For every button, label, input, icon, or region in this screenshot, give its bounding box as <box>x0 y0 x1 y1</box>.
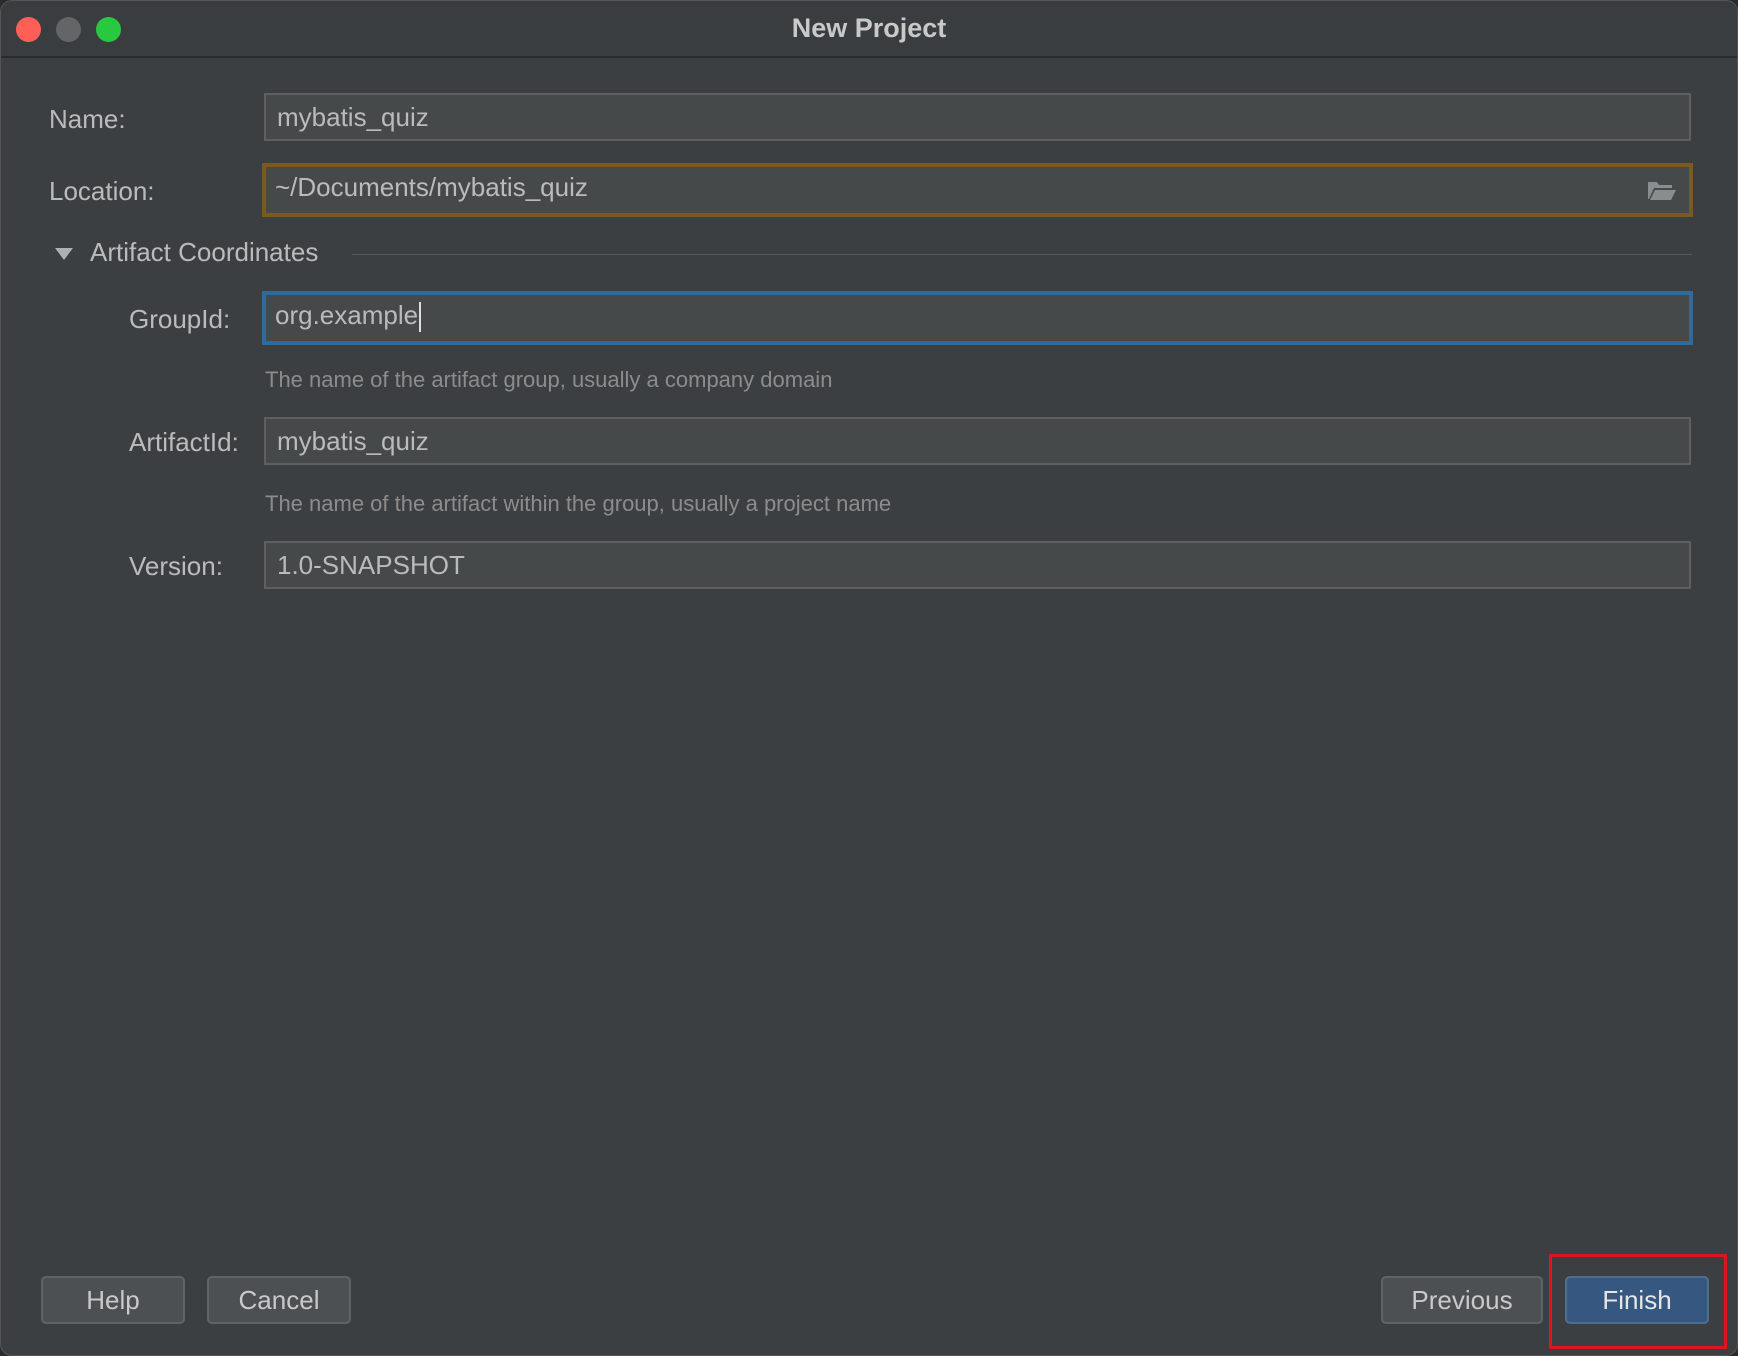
new-project-dialog: New Project Name: mybatis_quiz Location:… <box>0 0 1738 1356</box>
name-label: Name: <box>49 104 126 134</box>
groupid-value: org.example <box>275 300 419 330</box>
section-title: Artifact Coordinates <box>90 237 319 267</box>
previous-button[interactable]: Previous <box>1381 1276 1543 1324</box>
groupid-label: GroupId: <box>129 304 231 334</box>
groupid-field[interactable]: org.example <box>262 291 1693 345</box>
folder-icon[interactable] <box>1647 179 1677 201</box>
location-label: Location: <box>49 176 155 206</box>
version-label: Version: <box>129 551 223 581</box>
location-field[interactable]: ~/Documents/mybatis_quiz <box>262 163 1693 217</box>
help-button[interactable]: Help <box>41 1276 185 1324</box>
artifactid-hint: The name of the artifact within the grou… <box>265 491 892 516</box>
artifactid-field[interactable]: mybatis_quiz <box>264 417 1691 465</box>
finish-button[interactable]: Finish <box>1565 1276 1709 1324</box>
artifactid-label: ArtifactId: <box>129 427 239 457</box>
location-value: ~/Documents/mybatis_quiz <box>275 172 588 202</box>
cancel-button[interactable]: Cancel <box>207 1276 351 1324</box>
section-divider <box>352 254 1692 255</box>
title-bar: New Project <box>1 1 1737 58</box>
version-field[interactable]: 1.0-SNAPSHOT <box>264 541 1691 589</box>
name-field[interactable]: mybatis_quiz <box>264 93 1691 141</box>
text-cursor <box>419 302 422 333</box>
triangle-down-icon[interactable] <box>55 248 73 260</box>
groupid-hint: The name of the artifact group, usually … <box>265 367 833 392</box>
artifact-coordinates-section[interactable]: Artifact Coordinates <box>55 237 1692 271</box>
window-title: New Project <box>791 13 947 43</box>
